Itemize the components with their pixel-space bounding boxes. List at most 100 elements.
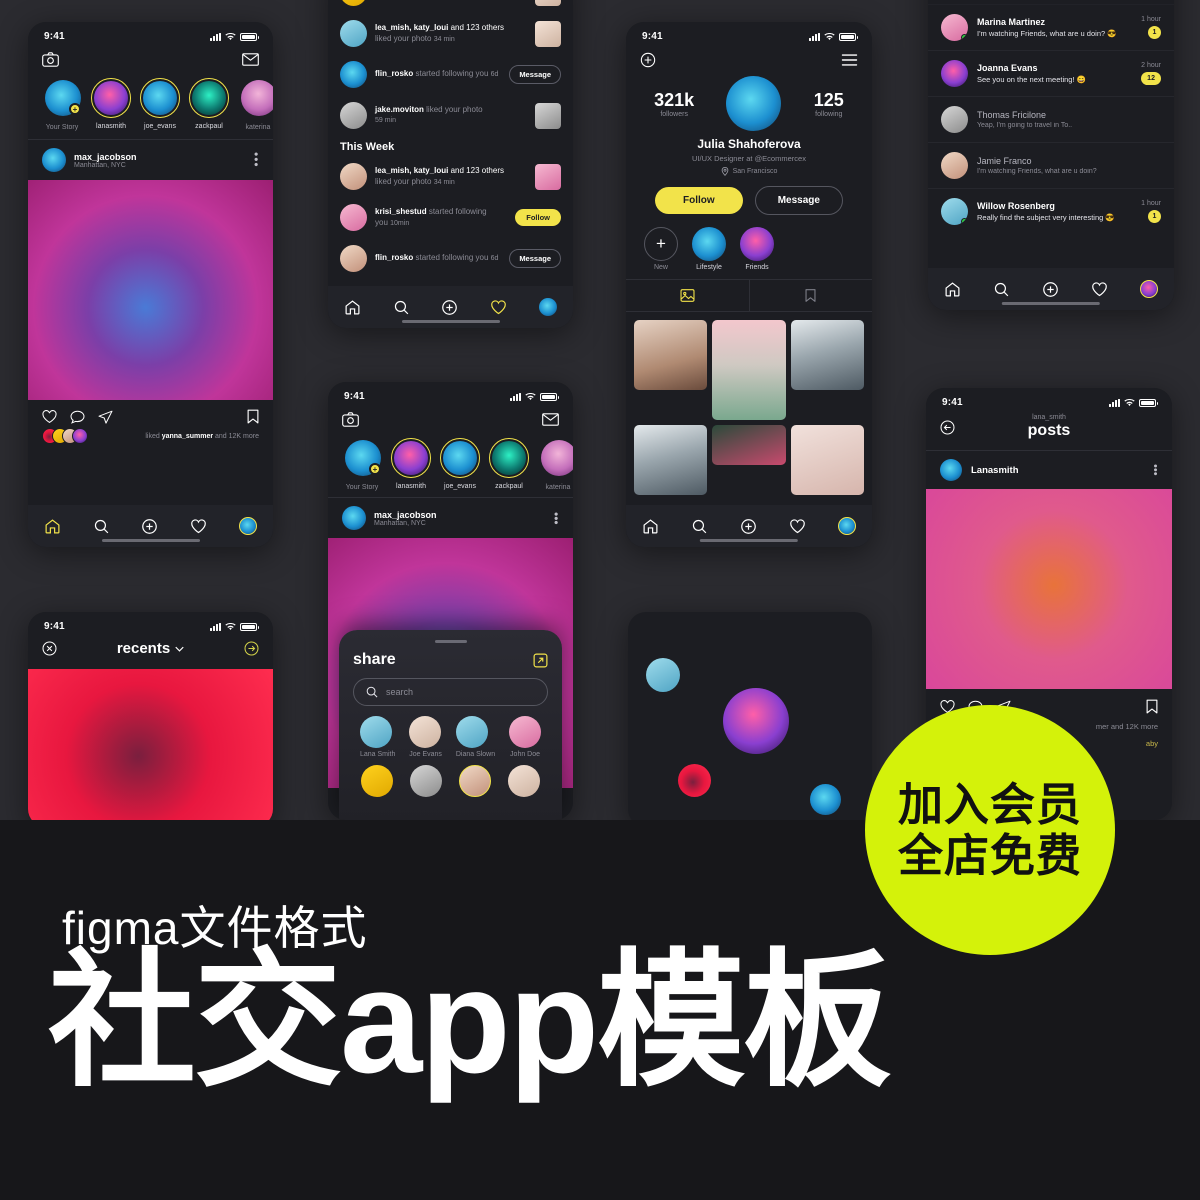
notification-thumb[interactable] [535, 20, 561, 47]
grid-photo[interactable] [790, 425, 864, 495]
add-icon[interactable] [1042, 281, 1059, 298]
notification-thumb[interactable] [535, 0, 561, 6]
heart-icon[interactable] [490, 299, 507, 316]
share-person-avatar[interactable] [509, 716, 542, 748]
thread-name[interactable]: Joanna Evans [977, 63, 1132, 73]
camera-icon[interactable] [42, 52, 59, 67]
comment-icon[interactable] [70, 410, 85, 424]
post-author[interactable]: Lanasmith [971, 465, 1019, 476]
external-link-icon[interactable] [533, 653, 548, 668]
membership-badge[interactable]: 加入会员 全店免费 [865, 705, 1170, 955]
share-person-avatar[interactable] [410, 765, 443, 797]
home-icon[interactable] [642, 518, 659, 535]
participant-avatar[interactable] [810, 784, 841, 815]
envelope-icon[interactable] [542, 413, 559, 426]
notification-user[interactable]: flin_rosko [375, 253, 413, 262]
thread-row[interactable]: Willow Rosenberg Really find the subject… [928, 189, 1174, 234]
bookmark-icon[interactable] [247, 409, 259, 424]
message-button[interactable]: Message [754, 186, 843, 215]
add-icon[interactable] [141, 518, 158, 535]
notification-user[interactable]: lea_mish, katy_loui [375, 23, 448, 32]
participant-avatar[interactable] [646, 658, 680, 692]
profile-avatar[interactable] [838, 517, 856, 535]
share-search-field[interactable]: search [353, 678, 548, 706]
notification-row[interactable]: jake.moviton liked your photo 59 min [328, 95, 573, 136]
thread-name[interactable]: Willow Rosenberg [977, 201, 1132, 211]
thread-row[interactable] [928, 0, 1174, 5]
grid-photo[interactable] [712, 425, 786, 465]
notification-user[interactable]: krisi_shestud [375, 207, 427, 216]
thread-row[interactable]: Marina Martinez I'm watching Friends, wh… [928, 5, 1174, 51]
notification-row[interactable]: meri_smith liked your photo 4 min [328, 0, 573, 13]
notification-row[interactable]: krisi_shestud started following you 10mi… [328, 197, 573, 238]
search-icon[interactable] [691, 518, 708, 535]
thread-row[interactable]: Thomas Fricilone Yeap, I'm going to trav… [928, 97, 1174, 143]
sheet-grabber[interactable] [434, 640, 467, 643]
home-icon[interactable] [344, 299, 361, 316]
profile-avatar[interactable] [539, 298, 558, 316]
follow-button[interactable]: Follow [515, 209, 561, 226]
grid-photo[interactable] [712, 320, 786, 420]
story-ring[interactable] [391, 438, 431, 478]
thread-name[interactable]: Marina Martinez [977, 17, 1132, 27]
add-circle-icon[interactable] [640, 52, 656, 68]
heart-icon[interactable] [42, 409, 57, 424]
notification-thumb[interactable] [535, 163, 561, 190]
home-icon[interactable] [944, 281, 961, 298]
notification-user[interactable]: flin_rosko [375, 69, 413, 78]
grid-photo[interactable] [634, 425, 708, 495]
add-icon[interactable] [441, 299, 458, 316]
more-dots-icon[interactable]: ••• [249, 152, 263, 168]
story-ring[interactable] [140, 78, 180, 118]
profile-avatar-large[interactable] [726, 76, 782, 131]
story-ring[interactable] [189, 78, 229, 118]
share-person-avatar[interactable] [507, 765, 540, 797]
message-button[interactable]: Message [509, 249, 561, 268]
add-icon[interactable] [740, 518, 757, 535]
camera-icon[interactable] [342, 412, 359, 427]
heart-icon[interactable] [1091, 281, 1108, 298]
notification-row[interactable]: lea_mish, katy_loui and 123 others liked… [328, 156, 573, 197]
add-story-badge[interactable]: + [69, 103, 81, 115]
notification-user[interactable]: jake.moviton [375, 105, 424, 114]
post-username[interactable]: max_jacobson [74, 152, 137, 162]
envelope-icon[interactable] [242, 53, 259, 66]
search-icon[interactable] [393, 299, 410, 316]
message-button[interactable]: Message [509, 65, 561, 84]
tab-grid[interactable] [626, 280, 750, 311]
share-person-avatar[interactable] [458, 765, 491, 797]
grid-photo[interactable] [634, 320, 708, 390]
add-story-badge[interactable]: + [369, 463, 381, 475]
story-ring[interactable] [440, 438, 480, 478]
home-icon[interactable] [44, 518, 61, 535]
story-ring[interactable] [238, 77, 273, 119]
tab-saved[interactable] [750, 280, 873, 311]
post-username[interactable]: max_jacobson [374, 510, 437, 520]
story-ring[interactable] [91, 78, 131, 118]
new-highlight-button[interactable]: + [644, 227, 678, 261]
notification-thumb[interactable] [535, 102, 561, 129]
story-ring[interactable] [538, 437, 573, 479]
notification-row[interactable]: flin_rosko started following you 6d Mess… [328, 238, 573, 279]
follow-button[interactable]: Follow [655, 187, 743, 214]
thread-name[interactable]: Jamie Franco [977, 156, 1161, 166]
share-icon[interactable] [98, 410, 113, 424]
close-circle-icon[interactable] [42, 641, 57, 656]
more-dots-icon[interactable]: ••• [1149, 464, 1161, 476]
search-icon[interactable] [993, 281, 1010, 298]
share-person-avatar[interactable] [359, 716, 392, 748]
profile-avatar[interactable] [1140, 280, 1158, 298]
notification-row[interactable]: lea_mish, katy_loui and 123 others liked… [328, 13, 573, 54]
highlight-thumb[interactable] [692, 227, 726, 261]
story-ring[interactable] [489, 438, 529, 478]
participant-avatar-main[interactable] [723, 688, 789, 754]
share-person-avatar[interactable] [455, 716, 488, 748]
heart-icon[interactable] [190, 518, 207, 535]
profile-avatar[interactable] [239, 517, 258, 535]
thread-row[interactable]: Jamie Franco I'm watching Friends, what … [928, 143, 1174, 189]
share-person-avatar[interactable] [361, 765, 394, 797]
badge-circle[interactable]: 加入会员 全店免费 [865, 705, 1115, 955]
search-icon[interactable] [93, 518, 110, 535]
more-dots-icon[interactable]: ••• [549, 512, 563, 525]
chevron-down-icon[interactable] [175, 646, 184, 652]
